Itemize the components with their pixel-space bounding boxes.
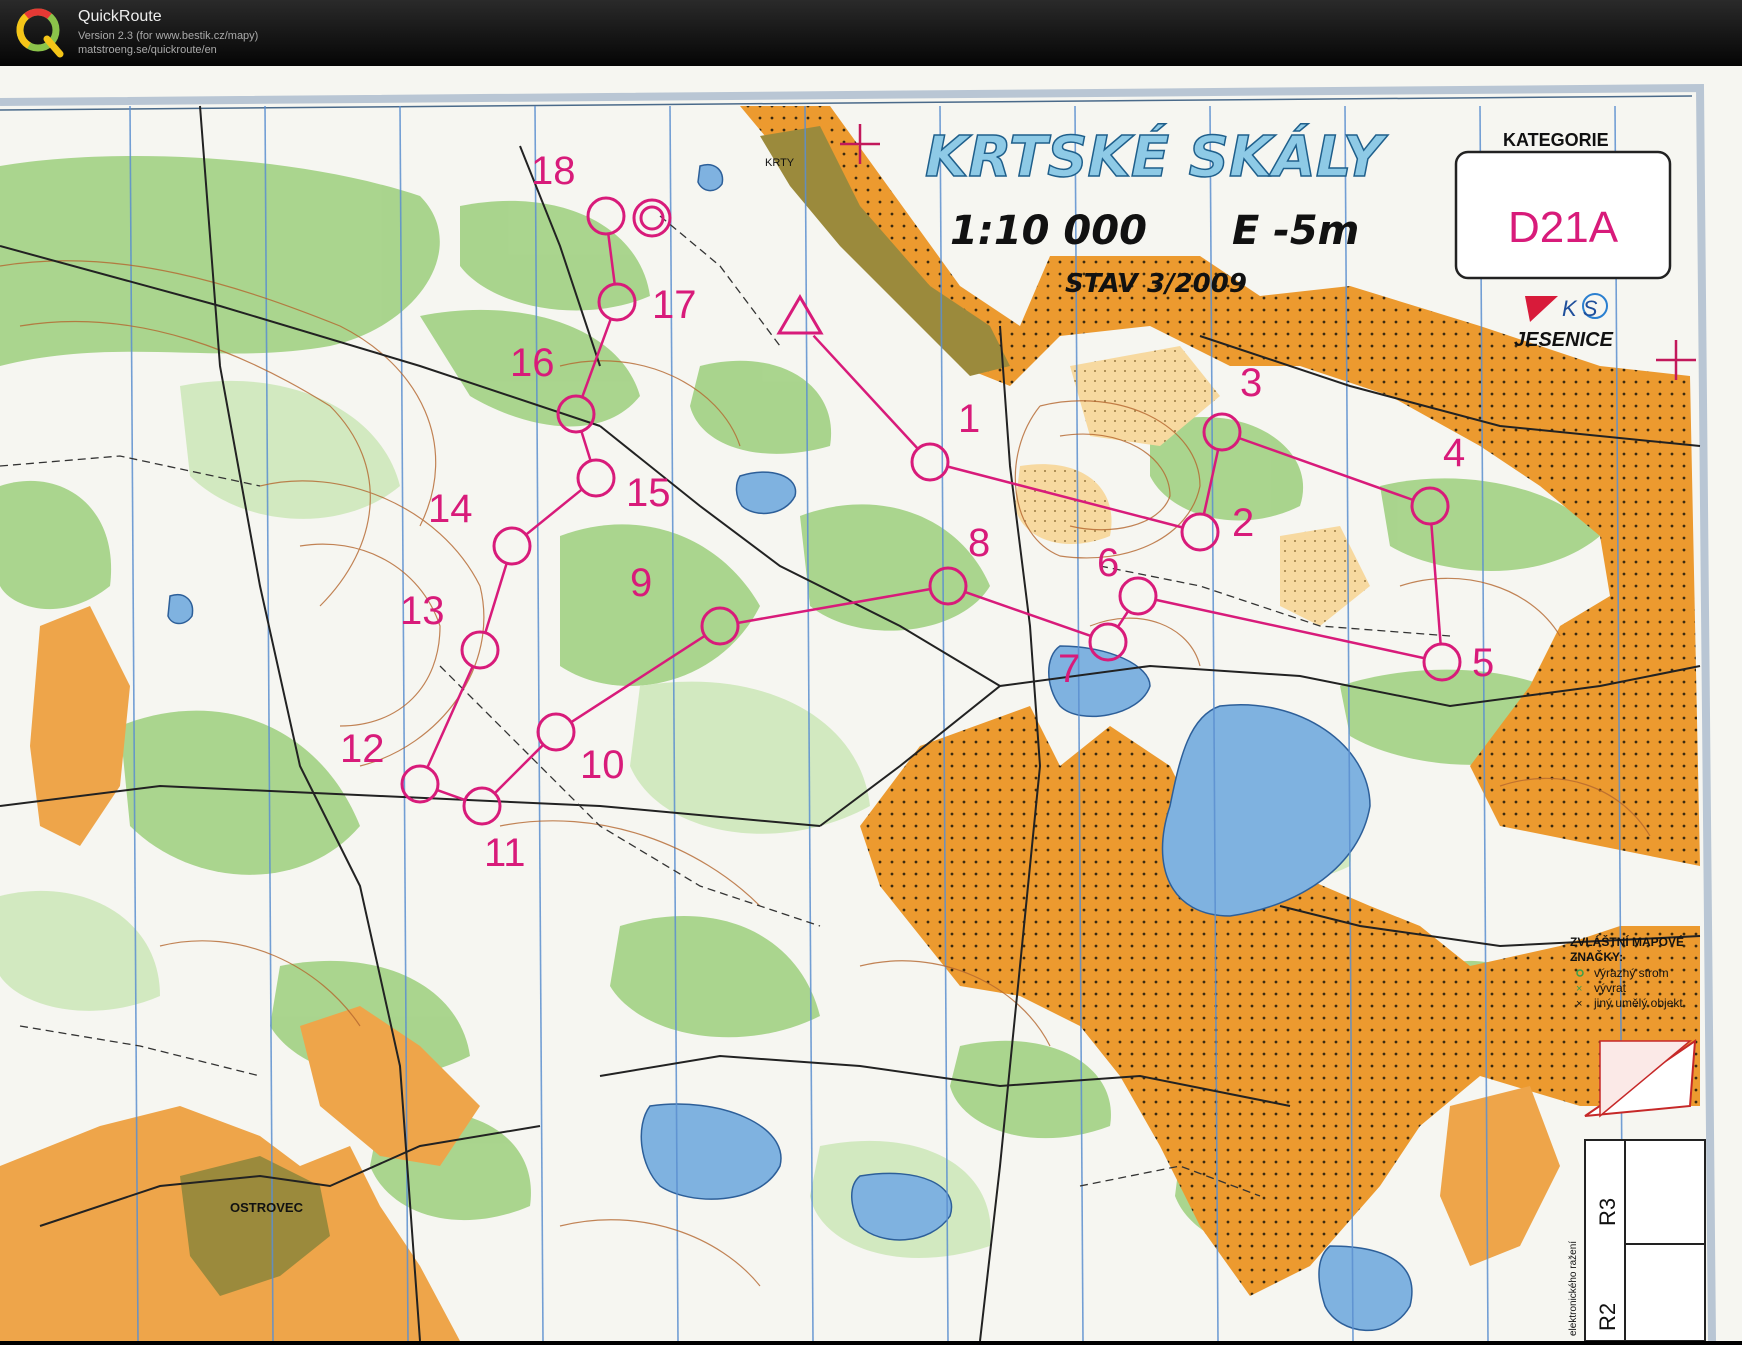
- side-label-r2: R2: [1595, 1303, 1620, 1331]
- app-url[interactable]: matstroeng.se/quickroute/en: [78, 44, 217, 56]
- control-number: 1: [958, 397, 980, 441]
- control-number: 15: [626, 471, 671, 515]
- special-symbols-title-2: ZNAČKY:: [1570, 949, 1623, 964]
- control-number: 16: [510, 341, 555, 385]
- control-number: 18: [531, 149, 576, 193]
- map-status: STAV 3/2009: [1065, 269, 1247, 299]
- app-titlebar: QuickRoute Version 2.3 (for www.bestik.c…: [0, 0, 1742, 66]
- control-number: 4: [1443, 431, 1465, 475]
- control-number: 9: [630, 561, 652, 605]
- legend-item-uprooted: vývrat: [1594, 981, 1627, 995]
- club-top: K S: [1562, 296, 1598, 321]
- side-label-r3: R3: [1595, 1198, 1620, 1226]
- control-number: 12: [340, 727, 385, 771]
- legend-item-object: jiný umělý objekt: [1593, 996, 1683, 1010]
- village-krty: KRTY: [765, 157, 795, 169]
- uprooted-tree-icon: ×: [1576, 983, 1582, 995]
- map-maker-logo-icon: [1584, 1039, 1697, 1118]
- control-number: 2: [1232, 501, 1254, 545]
- category-label: KATEGORIE: [1503, 130, 1609, 150]
- legend-item-tree: výrazný strom: [1594, 966, 1669, 980]
- manmade-object-icon: ×: [1576, 998, 1582, 1010]
- control-number: 3: [1240, 361, 1262, 405]
- control-number: 11: [484, 831, 526, 875]
- special-symbols-title: ZVLÁŠTNÍ MAPOVÉ: [1570, 934, 1684, 949]
- app-name: QuickRoute: [78, 8, 162, 25]
- side-note: elektronického ražení: [1568, 1241, 1579, 1336]
- app-version: Version 2.3 (for www.bestik.cz/mapy): [78, 30, 259, 42]
- village-ostrovec: OSTROVEC: [230, 1200, 304, 1215]
- control-number: 8: [968, 521, 990, 565]
- map-title: KRTSKÉ SKÁLY: [925, 124, 1389, 190]
- control-number: 5: [1472, 641, 1494, 685]
- map-canvas[interactable]: KRTSKÉ SKÁLY 1:10 000 E -5m STAV 3/2009 …: [0, 66, 1742, 1342]
- control-number: 17: [652, 283, 697, 327]
- control-number: 13: [400, 589, 445, 633]
- map-scale: 1:10 000: [950, 208, 1147, 254]
- map-equidistance: E -5m: [1232, 208, 1359, 254]
- category-value: D21A: [1508, 203, 1619, 252]
- control-number: 14: [428, 487, 473, 531]
- control-number: 6: [1097, 541, 1119, 585]
- club-name: JESENICE: [1514, 329, 1614, 351]
- orienteering-map: KRTSKÉ SKÁLY 1:10 000 E -5m STAV 3/2009 …: [0, 66, 1742, 1342]
- quickroute-logo-icon: [16, 8, 64, 58]
- control-number: 7: [1058, 647, 1080, 691]
- control-number: 10: [580, 743, 625, 787]
